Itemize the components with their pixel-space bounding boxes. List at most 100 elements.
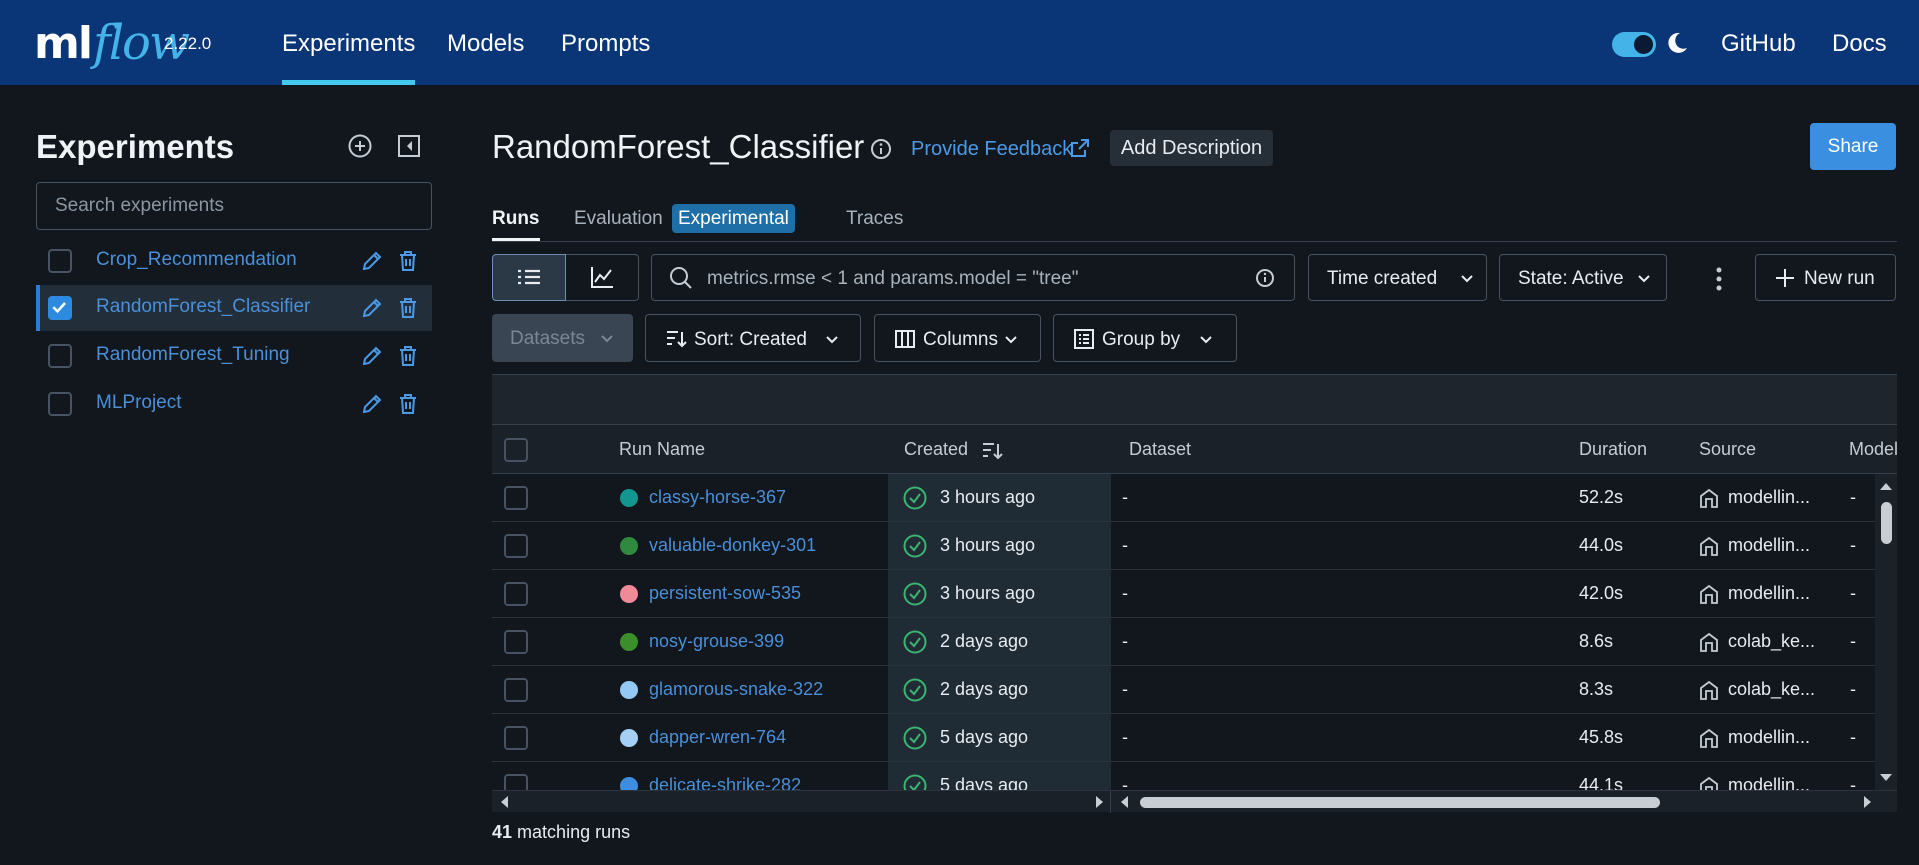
scroll-right-icon[interactable] [1856,791,1878,813]
nav-docs[interactable]: Docs [1832,30,1887,58]
table-row[interactable]: classy-horse-367 3 hours ago - 52.2s modelli… [492,474,1875,522]
row-checkbox[interactable] [504,726,528,750]
time-created-dropdown[interactable]: Time created [1308,254,1487,301]
add-description-button[interactable]: Add Description [1110,130,1273,166]
chart-view-button[interactable] [566,254,639,301]
external-link-icon[interactable] [1068,136,1092,160]
experiment-checkbox[interactable] [48,392,72,416]
delete-icon[interactable] [396,249,420,273]
scroll-down-icon[interactable] [1875,766,1897,788]
experiment-checkbox[interactable] [48,344,72,368]
source-link[interactable]: modellin... [1728,583,1810,604]
info-icon[interactable] [870,138,892,160]
experiment-name[interactable]: MLProject [96,392,182,414]
run-name-link[interactable]: valuable-donkey-301 [649,535,816,556]
run-color-dot[interactable] [620,729,638,747]
scroll-right-icon[interactable] [1088,791,1110,813]
provide-feedback-link[interactable]: Provide Feedback [911,138,1072,161]
share-button[interactable]: Share [1810,123,1896,170]
run-color-dot[interactable] [620,585,638,603]
edit-icon[interactable] [360,344,384,368]
table-row[interactable]: nosy-grouse-399 2 days ago - 8.6s colab_ke..… [492,618,1875,666]
sort-descending-icon[interactable] [980,438,1004,462]
run-name-link[interactable]: dapper-wren-764 [649,727,786,748]
horizontal-scrollbar[interactable] [492,790,1897,813]
more-options-icon[interactable] [1715,266,1723,292]
row-checkbox[interactable] [504,582,528,606]
run-name-link[interactable]: classy-horse-367 [649,487,786,508]
run-name-link[interactable]: persistent-sow-535 [649,583,801,604]
horizontal-scroll-thumb[interactable] [1140,797,1660,808]
columns-dropdown[interactable]: Columns [874,314,1041,362]
run-name-link[interactable]: nosy-grouse-399 [649,631,784,652]
experiment-checkbox[interactable] [48,249,72,273]
experiment-name[interactable]: RandomForest_Classifier [96,296,310,318]
run-color-dot[interactable] [620,633,638,651]
header-duration[interactable]: Duration [1579,439,1647,460]
nav-prompts[interactable]: Prompts [561,30,650,58]
vertical-scrollbar[interactable] [1875,474,1897,790]
row-checkbox[interactable] [504,774,528,790]
source-link[interactable]: modellin... [1728,727,1810,748]
search-experiments-input[interactable]: Search experiments [36,182,432,230]
header-created[interactable]: Created [904,439,968,460]
source-link[interactable]: modellin... [1728,535,1810,556]
experiment-item[interactable]: RandomForest_Tuning [36,333,432,379]
tab-traces[interactable]: Traces [846,208,903,230]
source-link[interactable]: colab_ke... [1728,679,1815,700]
nav-models[interactable]: Models [447,30,524,58]
edit-icon[interactable] [360,249,384,273]
nav-github[interactable]: GitHub [1721,30,1796,58]
table-row[interactable]: delicate-shrike-282 5 days ago - 44.1s model… [492,762,1875,790]
table-row[interactable]: dapper-wren-764 5 days ago - 45.8s modellin.… [492,714,1875,762]
edit-icon[interactable] [360,296,384,320]
experiment-name[interactable]: Crop_Recommendation [96,249,297,271]
select-all-checkbox[interactable] [504,438,528,462]
edit-icon[interactable] [360,392,384,416]
delete-icon[interactable] [396,392,420,416]
run-name-link[interactable]: delicate-shrike-282 [649,775,801,790]
run-color-dot[interactable] [620,537,638,555]
header-source[interactable]: Source [1699,439,1756,460]
nav-experiments[interactable]: Experiments [282,30,416,85]
table-view-button[interactable] [492,254,566,301]
run-color-dot[interactable] [620,777,638,790]
runs-search-input[interactable]: metrics.rmse < 1 and params.model = "tre… [651,254,1295,301]
header-run-name[interactable]: Run Name [619,439,705,460]
vertical-scroll-thumb[interactable] [1881,502,1892,544]
experiment-item-selected[interactable]: RandomForest_Classifier [36,285,432,331]
run-name-link[interactable]: glamorous-snake-322 [649,679,823,700]
table-row[interactable]: glamorous-snake-322 2 days ago - 8.3s colab_… [492,666,1875,714]
source-link[interactable]: colab_ke... [1728,631,1815,652]
delete-icon[interactable] [396,296,420,320]
scroll-up-icon[interactable] [1875,476,1897,498]
source-link[interactable]: modellin... [1728,775,1810,790]
scroll-left-icon[interactable] [494,791,516,813]
experiment-name[interactable]: RandomForest_Tuning [96,344,290,366]
state-filter-dropdown[interactable]: State: Active [1499,254,1667,301]
source-link[interactable]: modellin... [1728,487,1810,508]
row-checkbox[interactable] [504,678,528,702]
collapse-sidebar-icon[interactable] [396,133,422,159]
header-dataset[interactable]: Dataset [1129,439,1191,460]
search-info-icon[interactable] [1254,267,1276,289]
tab-runs[interactable]: Runs [492,208,540,241]
row-checkbox[interactable] [504,486,528,510]
tab-evaluation[interactable]: Evaluation [574,208,663,230]
group-by-dropdown[interactable]: Group by [1053,314,1237,362]
theme-toggle[interactable] [1612,32,1656,57]
row-checkbox[interactable] [504,534,528,558]
experiment-checkbox[interactable] [48,296,72,320]
new-run-button[interactable]: New run [1755,254,1896,301]
experiment-item[interactable]: Crop_Recommendation [36,238,432,284]
header-models[interactable]: Models [1849,439,1897,460]
sort-dropdown[interactable]: Sort: Created [645,314,861,362]
add-experiment-icon[interactable] [347,133,373,159]
delete-icon[interactable] [396,344,420,368]
run-color-dot[interactable] [620,489,638,507]
table-row[interactable]: persistent-sow-535 3 hours ago - 42.0s model… [492,570,1875,618]
run-color-dot[interactable] [620,681,638,699]
row-checkbox[interactable] [504,630,528,654]
experiment-item[interactable]: MLProject [36,381,432,427]
table-row[interactable]: valuable-donkey-301 3 hours ago - 44.0s mode… [492,522,1875,570]
